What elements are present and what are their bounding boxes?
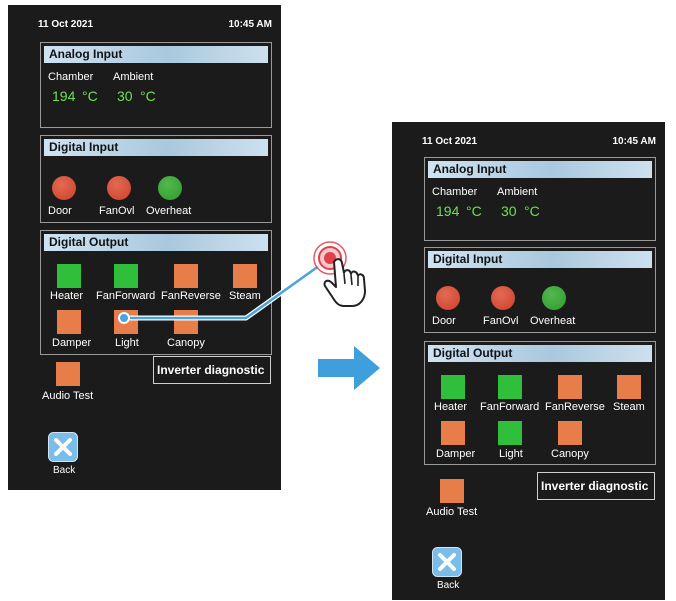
heater-label: Heater [50, 290, 84, 302]
overheat-indicator [542, 286, 566, 310]
panel-title: Analog Input [428, 161, 652, 178]
analog-input-panel: Analog Input Chamber Ambient 194 °C 30 °… [40, 42, 272, 128]
steam-toggle[interactable] [617, 375, 641, 399]
analog-input-panel: Analog Input Chamber Ambient 194 °C 30 °… [424, 157, 656, 241]
arrow-right-icon [318, 346, 380, 395]
light-toggle[interactable] [498, 421, 522, 445]
door-label: Door [432, 315, 456, 327]
damper-label: Damper [52, 337, 92, 349]
heater-toggle[interactable] [57, 264, 81, 288]
overheat-label: Overheat [530, 315, 576, 327]
fanovl-indicator [107, 176, 131, 200]
chamber-value: 194 [52, 88, 76, 104]
ambient-value: 30 [117, 88, 133, 104]
back-icon[interactable] [432, 547, 462, 577]
date-label: 11 Oct 2021 [38, 19, 94, 30]
audio-test-label: Audio Test [426, 506, 478, 518]
panel-title: Digital Output [44, 234, 268, 251]
digital-input-panel: Digital Input Door FanOvl Overheat [40, 135, 272, 223]
panel-title: Analog Input [44, 46, 268, 63]
heater-toggle[interactable] [441, 375, 465, 399]
light-label: Light [115, 337, 139, 349]
fanforward-label: FanForward [96, 290, 156, 302]
fanreverse-label: FanReverse [545, 401, 605, 413]
ambient-label: Ambient [497, 186, 538, 198]
inverter-diagnostic-button[interactable]: Inverter diagnostic [537, 472, 655, 500]
chamber-unit: °C [82, 88, 98, 104]
canopy-label: Canopy [167, 337, 205, 349]
heater-label: Heater [434, 401, 468, 413]
audio-test-toggle[interactable] [56, 362, 80, 386]
overheat-indicator [158, 176, 182, 200]
canopy-label: Canopy [551, 448, 589, 460]
fanovl-label: FanOvl [99, 205, 135, 217]
door-indicator [52, 176, 76, 200]
canopy-toggle[interactable] [174, 310, 198, 334]
date-label: 11 Oct 2021 [422, 136, 478, 147]
audio-test-toggle[interactable] [440, 479, 464, 503]
back-label: Back [53, 465, 76, 476]
digital-output-panel: Digital Output Heater FanForward FanReve… [424, 341, 656, 465]
steam-label: Steam [229, 290, 261, 302]
fanforward-toggle[interactable] [498, 375, 522, 399]
fanforward-label: FanForward [480, 401, 540, 413]
fanreverse-toggle[interactable] [558, 375, 582, 399]
status-bar: 11 Oct 2021 10:45 AM [392, 136, 665, 150]
fanforward-toggle[interactable] [114, 264, 138, 288]
ambient-unit: °C [524, 203, 540, 219]
damper-label: Damper [436, 448, 476, 460]
canopy-toggle[interactable] [558, 421, 582, 445]
time-label: 10:45 AM [612, 136, 656, 147]
panel-title: Digital Output [428, 345, 652, 362]
tap-hand-icon [308, 236, 384, 317]
hmi-screen-after: 11 Oct 2021 10:45 AM Analog Input Chambe… [392, 122, 665, 600]
panel-title: Digital Input [44, 139, 268, 156]
ambient-value: 30 [501, 203, 517, 219]
damper-toggle[interactable] [441, 421, 465, 445]
door-indicator [436, 286, 460, 310]
hmi-screen-before: 11 Oct 2021 10:45 AM Analog Input Chambe… [8, 5, 281, 490]
chamber-value: 194 [436, 203, 460, 219]
audio-test-label: Audio Test [42, 390, 94, 402]
chamber-label: Chamber [432, 186, 478, 198]
overheat-label: Overheat [146, 205, 192, 217]
chamber-label: Chamber [48, 71, 94, 83]
time-label: 10:45 AM [228, 19, 272, 30]
fanreverse-toggle[interactable] [174, 264, 198, 288]
fanovl-indicator [491, 286, 515, 310]
ambient-unit: °C [140, 88, 156, 104]
digital-output-panel: Digital Output Heater FanForward FanReve… [40, 230, 272, 355]
steam-label: Steam [613, 401, 645, 413]
damper-toggle[interactable] [57, 310, 81, 334]
back-icon[interactable] [48, 432, 78, 462]
light-label: Light [499, 448, 523, 460]
fanreverse-label: FanReverse [161, 290, 221, 302]
back-label: Back [437, 580, 460, 591]
ambient-label: Ambient [113, 71, 154, 83]
digital-input-panel: Digital Input Door FanOvl Overheat [424, 247, 656, 333]
panel-title: Digital Input [428, 251, 652, 268]
light-toggle[interactable] [114, 310, 138, 334]
inverter-diagnostic-button[interactable]: Inverter diagnostic [153, 356, 271, 384]
fanovl-label: FanOvl [483, 315, 519, 327]
door-label: Door [48, 205, 72, 217]
steam-toggle[interactable] [233, 264, 257, 288]
status-bar: 11 Oct 2021 10:45 AM [8, 19, 281, 33]
chamber-unit: °C [466, 203, 482, 219]
